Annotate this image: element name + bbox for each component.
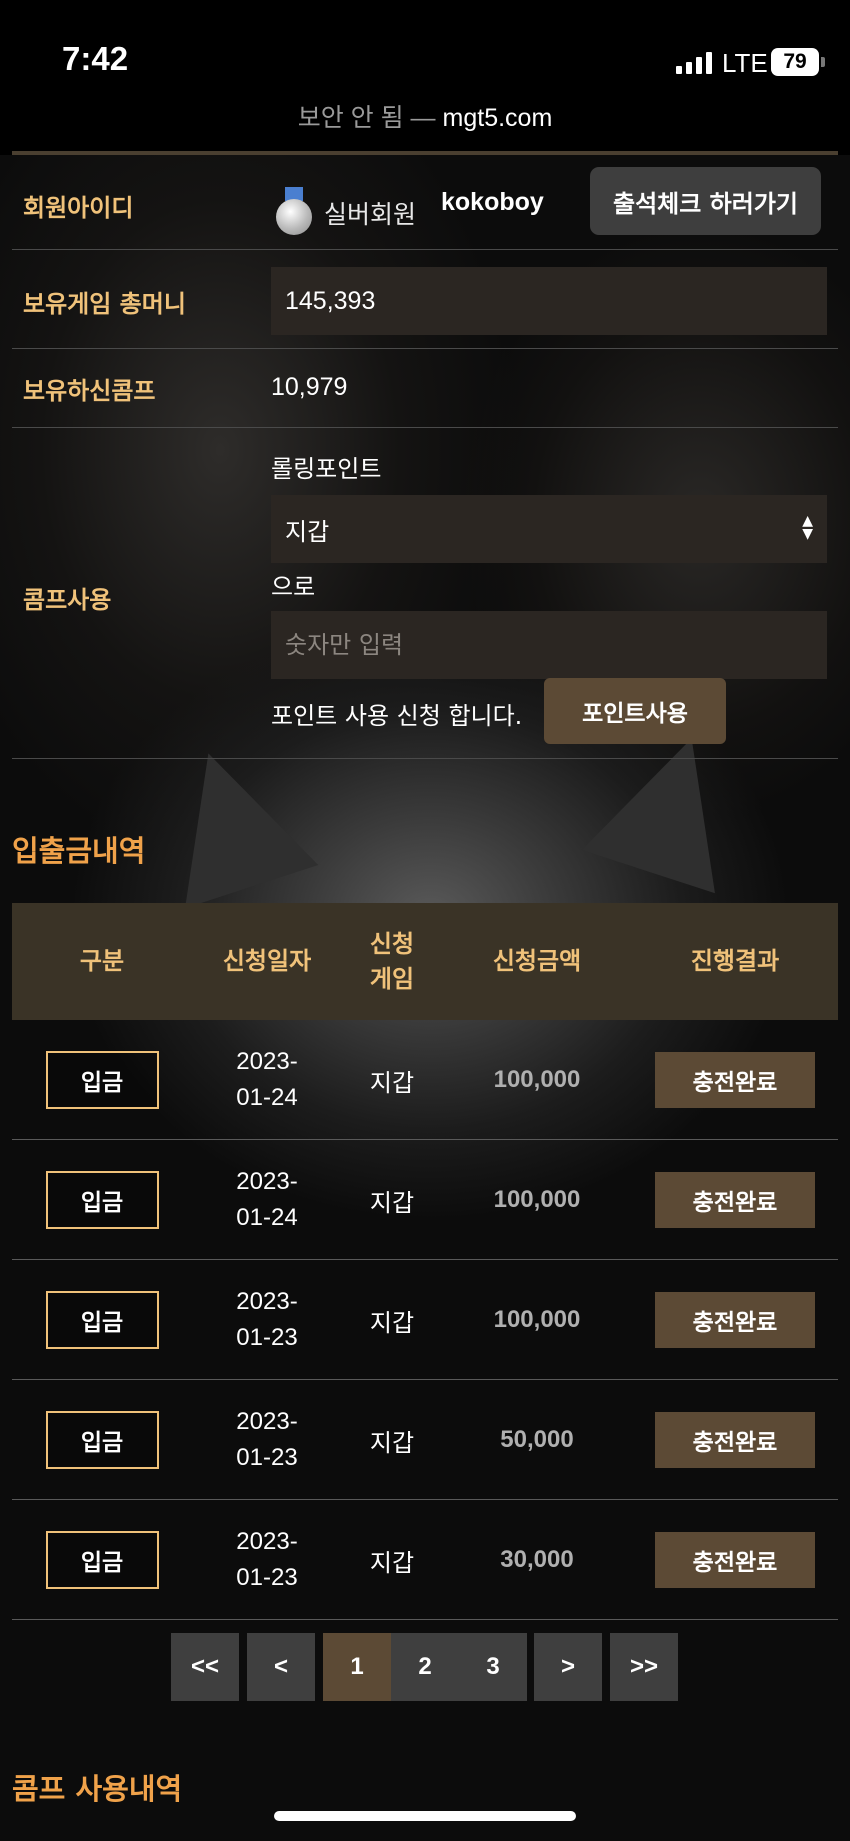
game-money-row: 보유게임 총머니 145,393 [12,250,838,349]
use-point-button[interactable]: 포인트사용 [544,678,726,744]
row-result: 충전완료 [655,1172,815,1228]
header-date: 신청일자 [222,947,312,975]
attendance-button[interactable]: 출석체크 하러가기 [590,167,821,235]
table-row: 입금 2023- 01-24 지갑 100,000 충전완료 [12,1020,838,1140]
row-amount: 100,000 [493,1066,581,1093]
type-badge: 입금 [45,1531,159,1589]
table-row: 입금 2023- 01-24 지갑 100,000 충전완료 [12,1140,838,1260]
battery-icon: 79 [771,48,819,76]
table-row: 입금 2023- 01-23 지갑 30,000 충전완료 [12,1500,838,1620]
member-id-label: 회원아이디 [23,194,134,222]
status-bar: 7:42 LTE 79 [0,0,850,100]
row-result: 충전완료 [655,1532,815,1588]
game-money-label: 보유게임 총머니 [23,290,186,318]
row-amount: 50,000 [500,1426,574,1453]
wallet-select-value: 지갑 [285,517,330,546]
transactions-title: 입출금내역 [12,834,146,868]
comp-row: 보유하신콤프 10,979 [12,349,838,428]
header-type: 구분 [79,947,125,975]
row-game: 지갑 [369,1548,415,1577]
row-result: 충전완료 [655,1412,815,1468]
comp-use-row: 콤프사용 롤링포인트 지갑 ▲▼ 으로 포인트 사용 신청 합니다. 포인트사용 [12,428,838,759]
pagination-last[interactable]: >> [610,1633,678,1701]
domain-text: mgt5.com [442,104,553,132]
pagination-page-1[interactable]: 1 [323,1633,391,1701]
transactions-table-header: 구분 신청일자 신청 게임 신청금액 진행결과 [12,903,838,1020]
row-result: 충전완료 [655,1052,815,1108]
pagination-prev[interactable]: < [247,1633,315,1701]
comp-use-label: 콤프사용 [23,586,112,614]
game-money-value: 145,393 [271,267,827,335]
user-id: kokoboy [441,188,544,216]
request-text: 포인트 사용 신청 합니다. [271,702,523,730]
silver-medal-icon [276,187,312,237]
row-date: 2023- 01-24 [236,1048,298,1111]
select-arrows-icon: ▲ ▼ [802,513,813,542]
type-badge: 입금 [45,1171,159,1229]
network-type: LTE [722,48,768,78]
comp-label: 보유하신콤프 [23,377,156,405]
type-badge: 입금 [45,1411,159,1469]
row-game: 지갑 [369,1188,415,1217]
to-text: 으로 [271,573,316,601]
signal-icon [676,52,712,74]
security-warning: 보안 안 됨 — [297,104,436,132]
row-date: 2023- 01-23 [236,1408,298,1471]
header-result: 진행결과 [690,947,780,975]
pagination-page-3[interactable]: 3 [459,1633,527,1701]
row-result: 충전완료 [655,1292,815,1348]
battery-tip [821,57,825,67]
comp-history-title: 콤프 사용내역 [12,1772,183,1806]
type-badge: 입금 [45,1291,159,1349]
row-amount: 100,000 [493,1186,581,1213]
row-date: 2023- 01-24 [236,1168,298,1231]
pagination-next[interactable]: > [534,1633,602,1701]
wallet-select[interactable]: 지갑 ▲ ▼ [271,495,827,563]
member-id-row: 회원아이디 실버회원 kokoboy 출석체크 하러가기 [12,155,838,250]
header-game: 신청 게임 [369,929,415,993]
row-date: 2023- 01-23 [236,1288,298,1351]
header-amount: 신청금액 [492,947,582,975]
status-time: 7:42 [62,40,129,77]
row-amount: 30,000 [500,1546,574,1573]
row-game: 지갑 [369,1308,415,1337]
point-amount-input[interactable] [271,611,827,679]
pagination-page-2[interactable]: 2 [391,1633,459,1701]
comp-value: 10,979 [271,373,348,401]
type-badge: 입금 [45,1051,159,1109]
member-grade: 실버회원 [324,200,417,229]
rolling-point-text: 롤링포인트 [271,455,382,483]
row-game: 지갑 [369,1428,415,1457]
pagination-first[interactable]: << [171,1633,239,1701]
home-indicator[interactable] [274,1811,576,1821]
table-row: 입금 2023- 01-23 지갑 100,000 충전완료 [12,1260,838,1380]
row-amount: 100,000 [493,1306,581,1333]
address-bar[interactable]: 보안 안 됨 — mgt5.com [0,100,850,155]
row-game: 지갑 [369,1068,415,1097]
row-date: 2023- 01-23 [236,1528,298,1591]
table-row: 입금 2023- 01-23 지갑 50,000 충전완료 [12,1380,838,1500]
